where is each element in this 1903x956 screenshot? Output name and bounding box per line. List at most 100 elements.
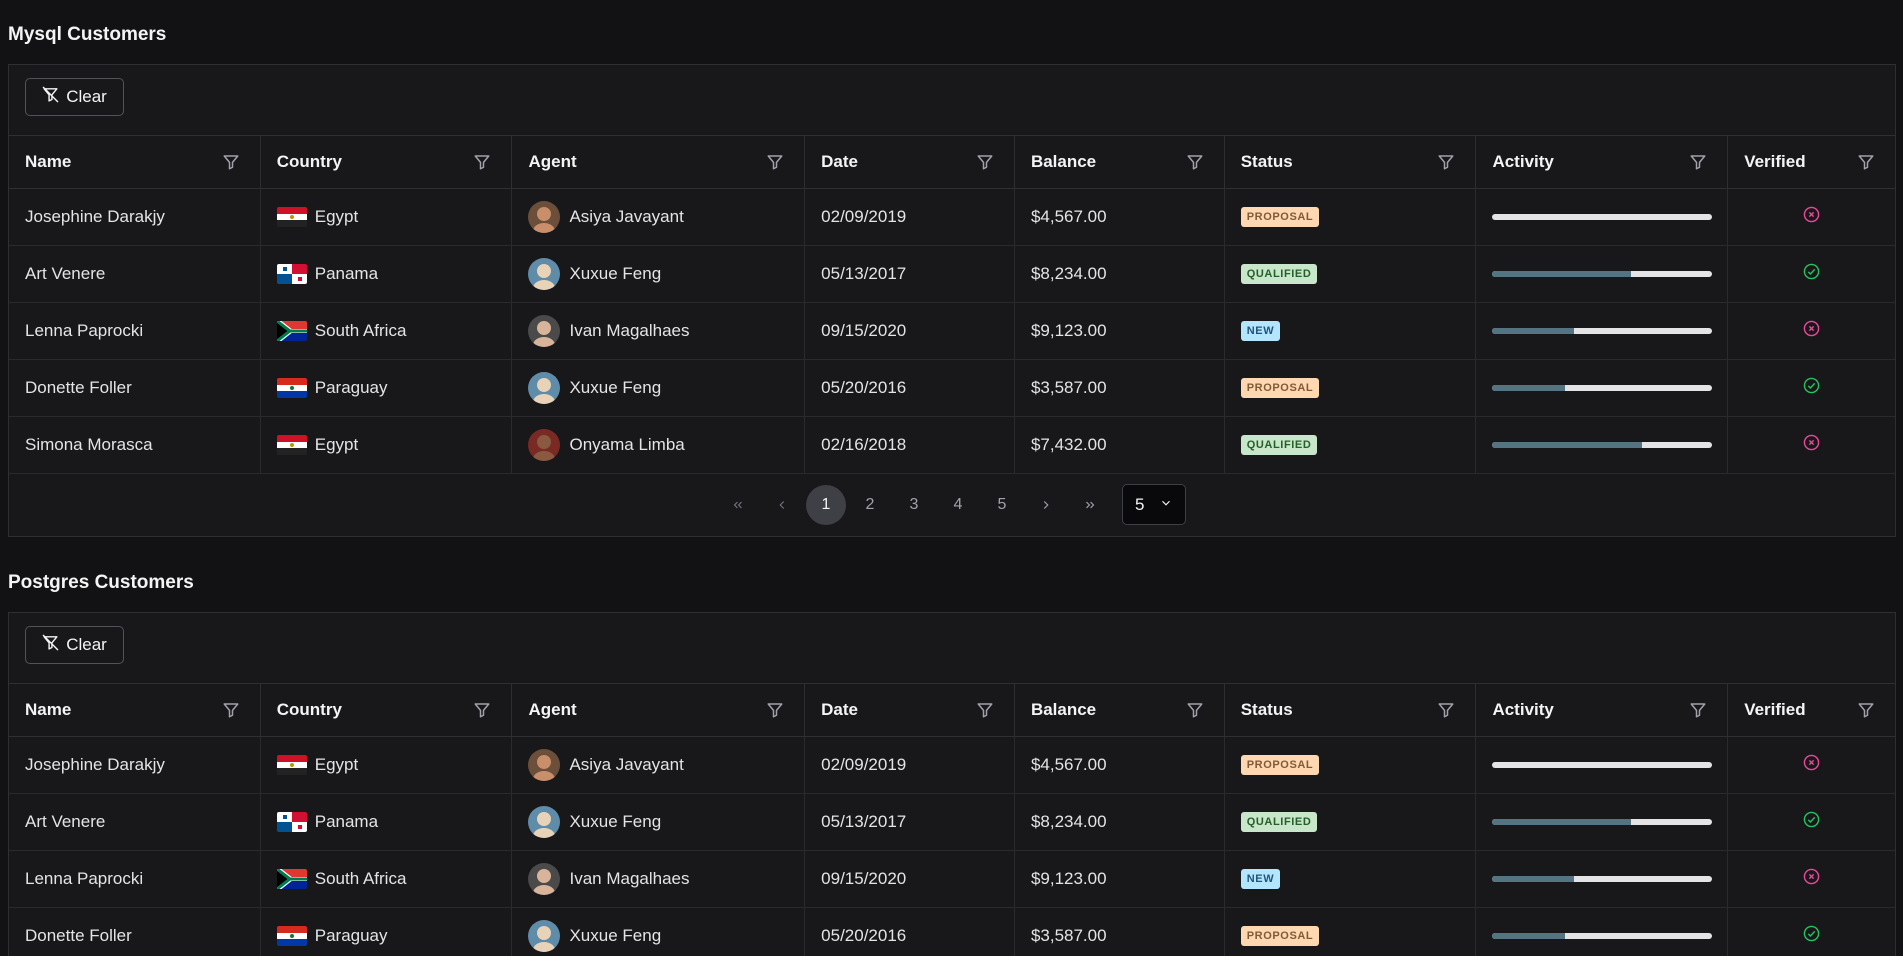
balance-cell: $3,587.00 <box>1015 908 1225 956</box>
filter-icon[interactable] <box>222 153 240 171</box>
date-value: 05/13/2017 <box>821 812 907 831</box>
table-header-row: Name Country Agent Date Balance Status Activit… <box>9 136 1895 189</box>
mysql-customers-table: Clear Name Country Agent Date Balance Status A… <box>8 64 1896 537</box>
table-header-row: Name Country Agent Date Balance Status Activit… <box>9 684 1895 737</box>
column-header-verified[interactable]: Verified <box>1728 684 1895 736</box>
column-header-activity[interactable]: Activity <box>1476 684 1729 736</box>
filter-icon[interactable] <box>1857 701 1875 719</box>
check-circle-icon <box>1803 811 1820 833</box>
table-row[interactable]: Lenna Paprocki South Africa Ivan Magalhaes… <box>9 851 1895 908</box>
verified-cell <box>1728 246 1895 302</box>
column-header-agent[interactable]: Agent <box>512 684 806 736</box>
egypt-flag-icon <box>276 435 307 455</box>
verified-cell <box>1728 189 1895 245</box>
status-cell: PROPOSAL <box>1225 189 1477 245</box>
column-header-country[interactable]: Country <box>261 684 513 736</box>
column-header-status[interactable]: Status <box>1225 684 1477 736</box>
date-value: 05/20/2016 <box>821 378 907 397</box>
column-header-name[interactable]: Name <box>9 136 261 188</box>
page-4-button[interactable]: 4 <box>938 485 978 525</box>
column-header-label: Verified <box>1744 152 1806 171</box>
activity-progress-bar <box>1492 328 1713 334</box>
check-circle-icon <box>1803 263 1820 285</box>
rows-per-page-dropdown[interactable]: 5 <box>1122 484 1186 525</box>
page-2-button[interactable]: 2 <box>850 485 890 525</box>
activity-progress-fill <box>1492 933 1566 939</box>
agent-avatar <box>528 372 561 404</box>
filter-icon[interactable] <box>976 153 994 171</box>
column-header-country[interactable]: Country <box>261 136 513 188</box>
customer-name: Art Venere <box>25 264 106 283</box>
table-row[interactable]: Lenna Paprocki South Africa Ivan Magalhaes… <box>9 303 1895 360</box>
next-page-button[interactable] <box>1026 485 1066 525</box>
name-cell: Donette Foller <box>9 360 261 416</box>
verified-cell <box>1728 908 1895 956</box>
filter-icon[interactable] <box>766 701 784 719</box>
filter-icon[interactable] <box>1186 153 1204 171</box>
column-header-status[interactable]: Status <box>1225 136 1477 188</box>
name-cell: Art Venere <box>9 246 261 302</box>
filter-icon[interactable] <box>976 701 994 719</box>
filter-icon[interactable] <box>473 701 491 719</box>
x-circle-icon <box>1803 868 1820 890</box>
table-row[interactable]: Donette Foller Paraguay Xuxue Feng 05/20/20… <box>9 908 1895 956</box>
clear-filters-button[interactable]: Clear <box>25 78 124 116</box>
table-row[interactable]: Art Venere Panama Xuxue Feng 05/13/2017 $8,2… <box>9 794 1895 851</box>
page-1-button[interactable]: 1 <box>806 484 846 525</box>
prev-page-button[interactable] <box>762 485 802 525</box>
page-5-button[interactable]: 5 <box>982 485 1022 525</box>
table-row[interactable]: Donette Foller Paraguay Xuxue Feng 05/20/20… <box>9 360 1895 417</box>
table-row[interactable]: Simona Morasca Egypt Onyama Limba 02/16/201… <box>9 417 1895 474</box>
column-header-balance[interactable]: Balance <box>1015 684 1225 736</box>
column-header-agent[interactable]: Agent <box>512 136 806 188</box>
last-page-button[interactable] <box>1070 485 1110 525</box>
country-name: Paraguay <box>314 926 388 945</box>
agent-avatar <box>528 749 561 781</box>
customer-name: Simona Morasca <box>25 435 153 454</box>
filter-icon[interactable] <box>1437 701 1455 719</box>
verified-cell <box>1728 417 1895 473</box>
activity-progress-bar <box>1492 933 1713 939</box>
filter-icon[interactable] <box>1437 153 1455 171</box>
country-cell: South Africa <box>261 303 513 359</box>
paraguay-flag-icon <box>276 378 307 398</box>
filter-icon[interactable] <box>1857 153 1875 171</box>
name-cell: Lenna Paprocki <box>9 303 261 359</box>
date-value: 05/20/2016 <box>821 926 907 945</box>
south-africa-flag-icon <box>276 869 307 889</box>
table-body: Josephine Darakjy Egypt Asiya Javayant 02/0… <box>9 737 1895 956</box>
column-header-label: Activity <box>1492 152 1554 171</box>
activity-cell <box>1476 737 1729 793</box>
column-header-date[interactable]: Date <box>805 684 1015 736</box>
agent-cell: Ivan Magalhaes <box>512 303 806 359</box>
first-page-button[interactable] <box>718 485 758 525</box>
column-header-label: Activity <box>1492 700 1554 719</box>
agent-cell: Xuxue Feng <box>512 246 806 302</box>
column-header-name[interactable]: Name <box>9 684 261 736</box>
date-value: 09/15/2020 <box>821 321 907 340</box>
activity-progress-bar <box>1492 214 1713 220</box>
filter-icon[interactable] <box>766 153 784 171</box>
column-header-date[interactable]: Date <box>805 136 1015 188</box>
agent-cell: Asiya Javayant <box>512 189 806 245</box>
activity-progress-fill <box>1492 271 1632 277</box>
filter-icon[interactable] <box>222 701 240 719</box>
column-header-balance[interactable]: Balance <box>1015 136 1225 188</box>
date-cell: 05/13/2017 <box>805 794 1015 850</box>
filter-icon[interactable] <box>1186 701 1204 719</box>
activity-progress-fill <box>1492 328 1574 334</box>
status-badge: QUALIFIED <box>1240 812 1318 832</box>
agent-avatar <box>528 201 561 233</box>
page-3-button[interactable]: 3 <box>894 485 934 525</box>
mysql-section-title: Mysql Customers <box>8 24 167 45</box>
agent-name: Onyama Limba <box>569 435 685 454</box>
table-row[interactable]: Josephine Darakjy Egypt Asiya Javayant 02/0… <box>9 189 1895 246</box>
table-row[interactable]: Josephine Darakjy Egypt Asiya Javayant 02/0… <box>9 737 1895 794</box>
filter-icon[interactable] <box>473 153 491 171</box>
filter-icon[interactable] <box>1689 701 1707 719</box>
column-header-verified[interactable]: Verified <box>1728 136 1895 188</box>
filter-icon[interactable] <box>1689 153 1707 171</box>
table-row[interactable]: Art Venere Panama Xuxue Feng 05/13/2017 $8,2… <box>9 246 1895 303</box>
clear-filters-button[interactable]: Clear <box>25 626 124 664</box>
column-header-activity[interactable]: Activity <box>1476 136 1729 188</box>
